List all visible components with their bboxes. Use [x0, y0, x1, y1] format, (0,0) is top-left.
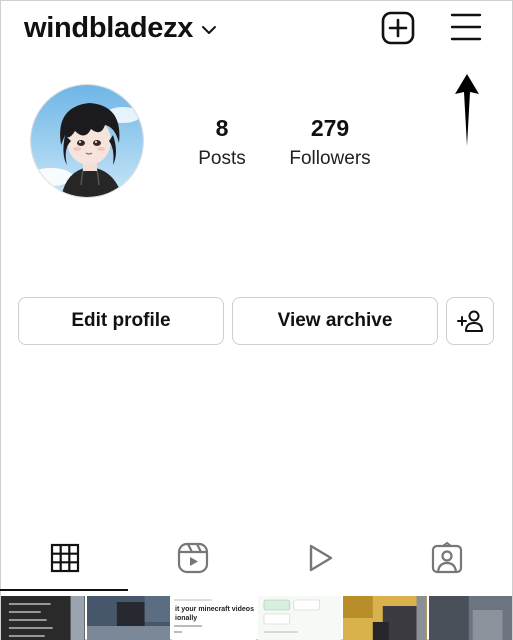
post-thumbnail[interactable]: it your minecraft videos ionally — [172, 596, 256, 640]
post-thumbnail[interactable] — [428, 596, 512, 640]
thumbnail-image — [428, 596, 512, 640]
add-person-icon — [457, 310, 483, 332]
edit-profile-button[interactable]: Edit profile — [18, 297, 224, 345]
avatar[interactable] — [30, 84, 144, 198]
grid-icon — [50, 543, 80, 573]
tab-grid[interactable] — [47, 540, 83, 576]
chevron-down-icon — [202, 26, 217, 34]
posts-count: 8 — [215, 115, 229, 141]
tab-videos[interactable] — [302, 540, 338, 576]
followers-stat[interactable]: 279 Followers — [280, 114, 380, 171]
post-caption: it your minecraft videos ionally — [175, 606, 254, 622]
followers-count: 279 — [310, 115, 350, 141]
account-switcher[interactable]: windbladezx — [24, 10, 217, 46]
arrow-up-icon — [455, 74, 479, 146]
thumbnail-image — [86, 596, 170, 640]
active-tab-indicator — [0, 589, 128, 591]
tab-tagged[interactable] — [429, 540, 465, 576]
reels-icon — [177, 542, 209, 574]
avatar-illustration — [31, 85, 143, 197]
username: windbladezx — [24, 12, 194, 44]
hamburger-menu-icon[interactable] — [450, 12, 482, 42]
tab-reels[interactable] — [175, 540, 211, 576]
discover-people-button[interactable] — [446, 297, 494, 345]
post-thumbnail[interactable] — [343, 596, 427, 640]
posts-label: Posts — [198, 148, 246, 169]
thumbnail-image — [1, 596, 85, 640]
tagged-person-icon — [431, 542, 463, 574]
followers-label: Followers — [289, 148, 371, 169]
thumbnail-image — [343, 596, 427, 640]
posts-grid: it your minecraft videos ionally — [1, 596, 512, 640]
posts-stat[interactable]: 8 Posts — [190, 114, 254, 171]
thumbnail-image — [257, 596, 341, 640]
plus-square-icon[interactable] — [381, 11, 415, 45]
play-icon — [309, 544, 333, 572]
post-thumbnail[interactable] — [86, 596, 170, 640]
post-thumbnail[interactable] — [257, 596, 341, 640]
post-thumbnail[interactable] — [1, 596, 85, 640]
view-archive-button[interactable]: View archive — [232, 297, 438, 345]
